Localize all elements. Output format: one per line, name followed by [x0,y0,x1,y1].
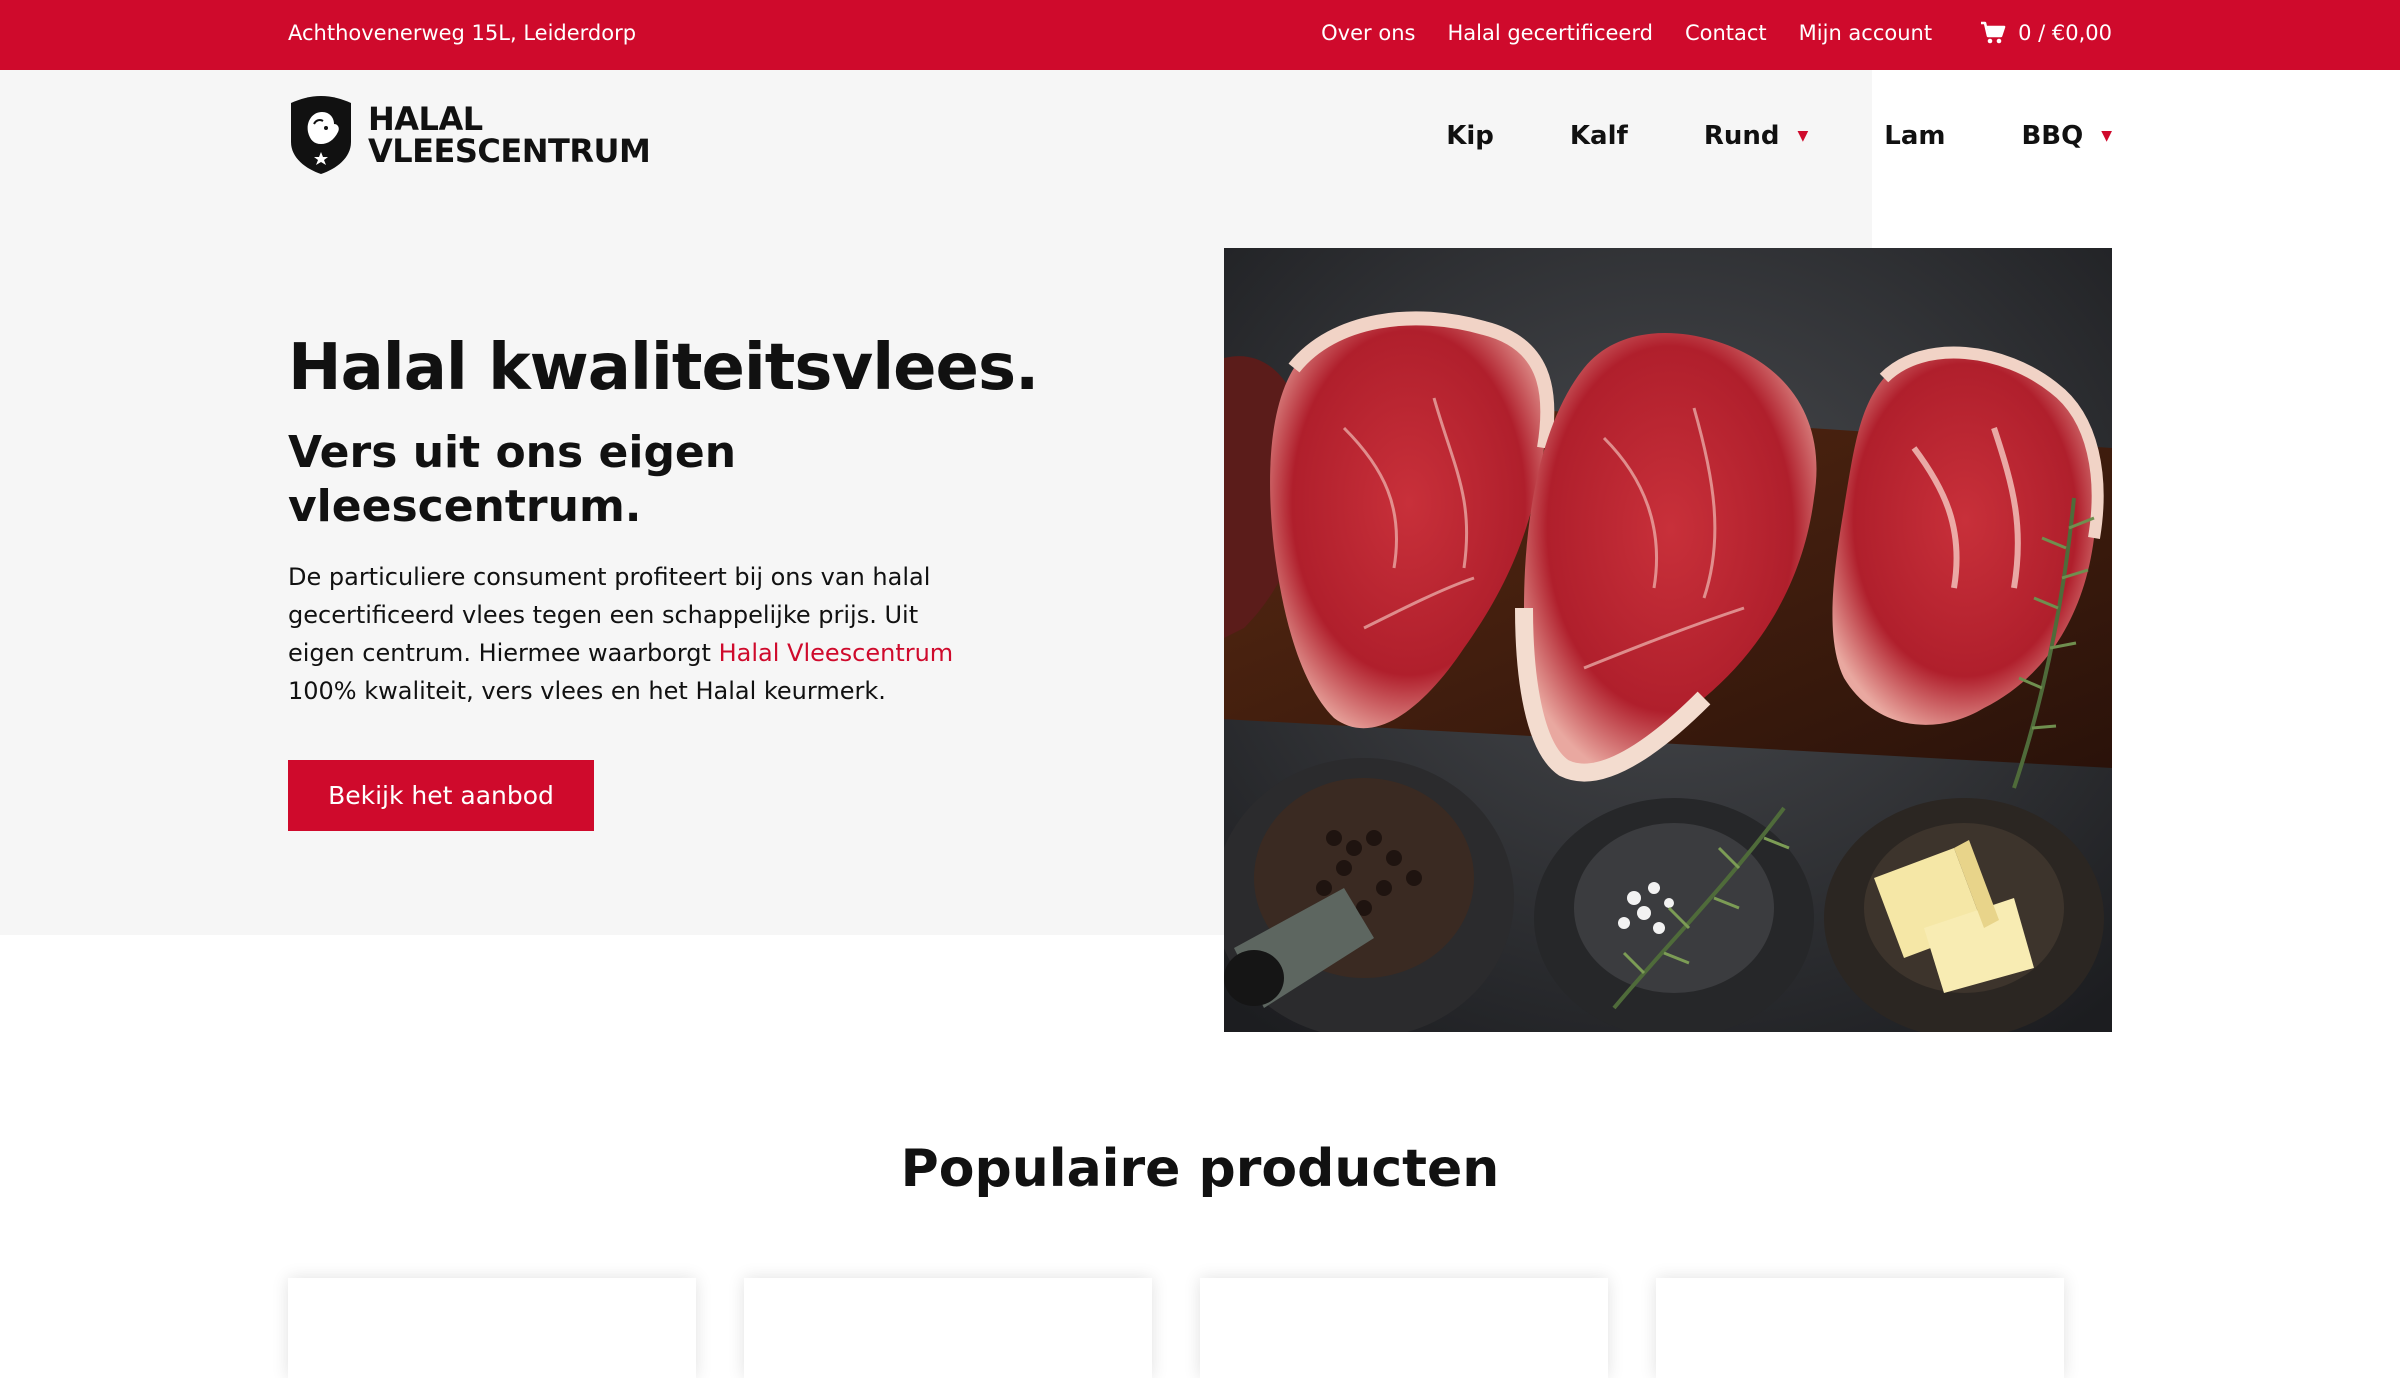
link-contact[interactable]: Contact [1685,20,1767,46]
hero-body: De particuliere consument profiteert bij… [288,558,988,710]
logo-line-1: HALAL [368,100,483,138]
nav-item-bbq[interactable]: BBQ ▼ [2021,118,2112,154]
main-nav: Kip Kalf Rund ▼ Lam BBQ ▼ [1370,118,2112,154]
view-offer-button[interactable]: Bekijk het aanbod [288,760,594,831]
nav-item-lam[interactable]: Lam [1884,118,1945,154]
link-over-ons[interactable]: Over ons [1321,20,1415,46]
cart-button[interactable]: 0 / €0,00 [1980,20,2112,46]
product-card[interactable] [1656,1278,2064,1378]
top-bar: Achthovenerweg 15L, Leiderdorp Over ons … [0,0,2400,70]
meat-photo [1224,248,2112,1032]
brand-link[interactable]: Halal Vleescentrum [719,639,954,667]
store-address: Achthovenerweg 15L, Leiderdorp [288,21,637,45]
chevron-down-icon: ▼ [1797,128,1809,144]
link-mijn-account[interactable]: Mijn account [1799,20,1932,46]
chevron-down-icon: ▼ [2101,128,2112,144]
cart-icon [1981,21,2006,44]
nav-label-bbq: BBQ [2021,121,2084,151]
popular-products-title: Populaire producten [900,1139,1500,1199]
logo-line-2: VLEESCENTRUM [368,132,651,170]
nav-item-kalf[interactable]: Kalf [1570,118,1628,154]
product-card[interactable] [288,1278,696,1378]
nav-label-lam: Lam [1884,121,1946,151]
nav-label-rund: Rund [1703,121,1780,151]
top-links: Over ons Halal gecertificeerd Contact Mi… [1289,20,2112,46]
nav-label-kalf: Kalf [1569,121,1628,151]
nav-item-rund[interactable]: Rund ▼ [1704,118,1808,154]
shield-logo-icon [291,96,351,174]
site-logo[interactable]: HALAL VLEESCENTRUM [288,94,651,176]
hero-body-text-end: 100% kwaliteit, vers vlees en het Halal … [288,677,886,705]
cart-total: 0 / €0,00 [2018,21,2112,45]
hero-subtitle: Vers uit ons eigen vleescentrum. [288,427,737,532]
link-halal-gecertificeerd[interactable]: Halal gecertificeerd [1447,20,1653,46]
nav-item-kip[interactable]: Kip [1446,118,1494,154]
hero-title: Halal kwaliteitsvlees. [288,331,1039,405]
hero-image [1224,248,2112,1032]
product-card[interactable] [1200,1278,1608,1378]
nav-label-kip: Kip [1446,121,1494,151]
product-card[interactable] [744,1278,1152,1378]
